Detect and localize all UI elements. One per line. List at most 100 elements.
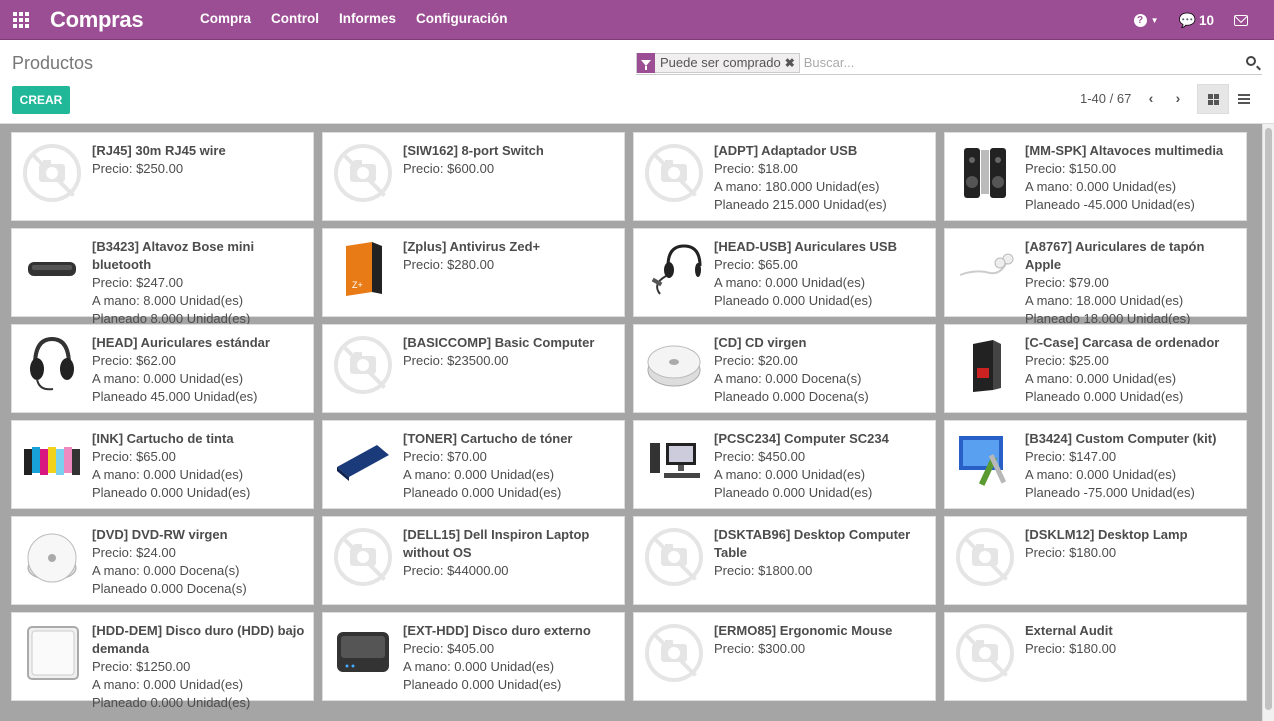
- product-card[interactable]: [A8767] Auriculares de tapón Apple Precio…: [944, 228, 1247, 326]
- product-on-hand: A mano: 180.000 Unidad(es): [714, 179, 880, 194]
- product-price: Precio: $247.00: [92, 275, 184, 290]
- toner-icon: [333, 431, 393, 491]
- menu-item-compra[interactable]: Compra: [190, 0, 261, 40]
- external-drive-icon: [333, 623, 393, 683]
- apps-menu-icon[interactable]: [0, 0, 42, 40]
- product-details: [SIW162] 8-port Switch Precio: $600.00: [403, 142, 618, 178]
- kanban-view-button[interactable]: [1197, 84, 1229, 114]
- chat-icon: 💬: [1178, 11, 1196, 28]
- page-title: Productos: [12, 53, 94, 73]
- product-card[interactable]: [MM-SPK] Altavoces multimedia Precio: $15…: [944, 132, 1247, 221]
- placeholder-icon: [955, 623, 1015, 683]
- product-price: Precio: $147.00: [1025, 449, 1117, 464]
- search-facet: Puede ser comprado ✖: [636, 52, 800, 73]
- product-card[interactable]: [PCSC234] Computer SC234 Precio: $450.00 A…: [633, 420, 936, 509]
- product-price: Precio: $405.00: [403, 641, 495, 656]
- product-price: Precio: $20.00: [714, 353, 798, 368]
- product-title: [DSKTAB96] Desktop Computer Table: [714, 527, 911, 560]
- product-title: [EXT-HDD] Disco duro externo: [403, 623, 591, 638]
- product-details: [DVD] DVD-RW virgen Precio: $24.00 A mano:…: [92, 526, 307, 598]
- product-details: [CD] CD virgen Precio: $20.00 A mano: 0.00…: [714, 334, 929, 406]
- facet-remove-icon[interactable]: ✖: [785, 56, 799, 70]
- search-icon[interactable]: [1244, 53, 1262, 73]
- dvd-icon: [22, 527, 82, 587]
- product-on-hand: A mano: 0.000 Unidad(es): [403, 659, 555, 674]
- product-card[interactable]: Z+ [Zplus] Antivirus Zed+ Precio: $280.00: [322, 228, 625, 317]
- product-card[interactable]: [DSKLM12] Desktop Lamp Precio: $180.00: [944, 516, 1247, 605]
- product-price: Precio: $65.00: [92, 449, 176, 464]
- mail-button[interactable]: [1224, 0, 1274, 40]
- product-card[interactable]: [B3423] Altavoz Bose mini bluetooth Preci…: [11, 228, 314, 326]
- product-details: [Zplus] Antivirus Zed+ Precio: $280.00: [403, 238, 618, 274]
- product-card[interactable]: [DSKTAB96] Desktop Computer Table Precio:…: [633, 516, 936, 605]
- product-title: [TONER] Cartucho de tóner: [403, 431, 573, 446]
- placeholder-icon: [644, 623, 704, 683]
- product-card[interactable]: [BASICCOMP] Basic Computer Precio: $23500…: [322, 324, 625, 413]
- earphones-icon: [955, 239, 1015, 299]
- product-card[interactable]: [ERMO85] Ergonomic Mouse Precio: $300.00: [633, 612, 936, 701]
- product-price: Precio: $79.00: [1025, 275, 1109, 290]
- main-menu: Compra Control Informes Configuración: [190, 0, 518, 40]
- product-card[interactable]: [TONER] Cartucho de tóner Precio: $70.00 A…: [322, 420, 625, 509]
- menu-item-control[interactable]: Control: [261, 0, 329, 40]
- product-details: [DSKTAB96] Desktop Computer Table Precio:…: [714, 526, 929, 580]
- menu-item-configuracion[interactable]: Configuración: [406, 0, 518, 40]
- product-card[interactable]: [ADPT] Adaptador USB Precio: $18.00 A mano…: [633, 132, 936, 221]
- product-card[interactable]: [SIW162] 8-port Switch Precio: $600.00: [322, 132, 625, 221]
- pager-value[interactable]: 1-40 / 67: [1080, 91, 1131, 106]
- product-forecast: Planeado 0.000 Unidad(es): [403, 677, 562, 692]
- search-input[interactable]: [803, 52, 1244, 73]
- placeholder-icon: [333, 335, 393, 395]
- create-button[interactable]: CREAR: [12, 86, 70, 114]
- product-on-hand: A mano: 0.000 Docena(s): [714, 371, 862, 386]
- product-forecast: Planeado 0.000 Unidad(es): [92, 695, 251, 710]
- product-price: Precio: $44000.00: [403, 563, 509, 578]
- product-card[interactable]: External Audit Precio: $180.00: [944, 612, 1247, 701]
- product-price: Precio: $450.00: [714, 449, 806, 464]
- pager-previous-icon[interactable]: ‹: [1141, 90, 1161, 110]
- product-on-hand: A mano: 0.000 Unidad(es): [92, 371, 244, 386]
- facet-label: Puede ser comprado: [660, 55, 781, 70]
- product-title: [INK] Cartucho de tinta: [92, 431, 234, 446]
- product-on-hand: A mano: 18.000 Unidad(es): [1025, 293, 1184, 308]
- messages-count: 10: [1198, 12, 1214, 28]
- product-price: Precio: $150.00: [1025, 161, 1117, 176]
- product-card[interactable]: [HDD-DEM] Disco duro (HDD) bajo demanda P…: [11, 612, 314, 710]
- product-card[interactable]: [B3424] Custom Computer (kit) Precio: $14…: [944, 420, 1247, 509]
- product-card[interactable]: [C-Case] Carcasa de ordenador Precio: $25…: [944, 324, 1247, 413]
- product-price: Precio: $18.00: [714, 161, 798, 176]
- product-price: Precio: $23500.00: [403, 353, 509, 368]
- product-title: [MM-SPK] Altavoces multimedia: [1025, 143, 1224, 158]
- product-card[interactable]: [HEAD-USB] Auriculares USB Precio: $65.00…: [633, 228, 936, 317]
- placeholder-icon: [22, 143, 82, 203]
- product-forecast: Planeado 0.000 Unidad(es): [714, 485, 873, 500]
- product-card[interactable]: [DVD] DVD-RW virgen Precio: $24.00 A mano:…: [11, 516, 314, 605]
- navbar-right: ? ▼ 💬 10: [1124, 0, 1274, 40]
- ink-cartridge-icon: [22, 431, 82, 491]
- product-card[interactable]: [RJ45] 30m RJ45 wire Precio: $250.00: [11, 132, 314, 221]
- product-card[interactable]: [CD] CD virgen Precio: $20.00 A mano: 0.00…: [633, 324, 936, 413]
- list-view-button[interactable]: [1228, 84, 1260, 114]
- envelope-icon: [1234, 14, 1248, 26]
- help-icon: ?: [1133, 13, 1147, 27]
- product-details: [C-Case] Carcasa de ordenador Precio: $25…: [1025, 334, 1240, 406]
- product-card[interactable]: [INK] Cartucho de tinta Precio: $65.00 A m…: [11, 420, 314, 509]
- product-details: [RJ45] 30m RJ45 wire Precio: $250.00: [92, 142, 307, 178]
- pager-next-icon[interactable]: ›: [1168, 90, 1188, 110]
- product-card[interactable]: [HEAD] Auriculares estándar Precio: $62.0…: [11, 324, 314, 413]
- product-details: [B3424] Custom Computer (kit) Precio: $14…: [1025, 430, 1240, 502]
- product-on-hand: A mano: 0.000 Unidad(es): [714, 467, 866, 482]
- messages-button[interactable]: 💬 10: [1169, 0, 1224, 40]
- product-details: [B3423] Altavoz Bose mini bluetooth Preci…: [92, 238, 307, 328]
- product-price: Precio: $180.00: [1025, 545, 1117, 560]
- menu-item-informes[interactable]: Informes: [329, 0, 406, 40]
- scrollbar[interactable]: [1262, 124, 1274, 721]
- help-menu[interactable]: ? ▼: [1124, 0, 1169, 40]
- product-on-hand: A mano: 0.000 Unidad(es): [1025, 179, 1177, 194]
- product-card[interactable]: [DELL15] Dell Inspiron Laptop without OS…: [322, 516, 625, 605]
- product-title: [HEAD] Auriculares estándar: [92, 335, 270, 350]
- product-title: [B3424] Custom Computer (kit): [1025, 431, 1217, 446]
- product-title: [Zplus] Antivirus Zed+: [403, 239, 541, 254]
- product-details: [ADPT] Adaptador USB Precio: $18.00 A mano…: [714, 142, 929, 214]
- product-card[interactable]: [EXT-HDD] Disco duro externo Precio: $405…: [322, 612, 625, 701]
